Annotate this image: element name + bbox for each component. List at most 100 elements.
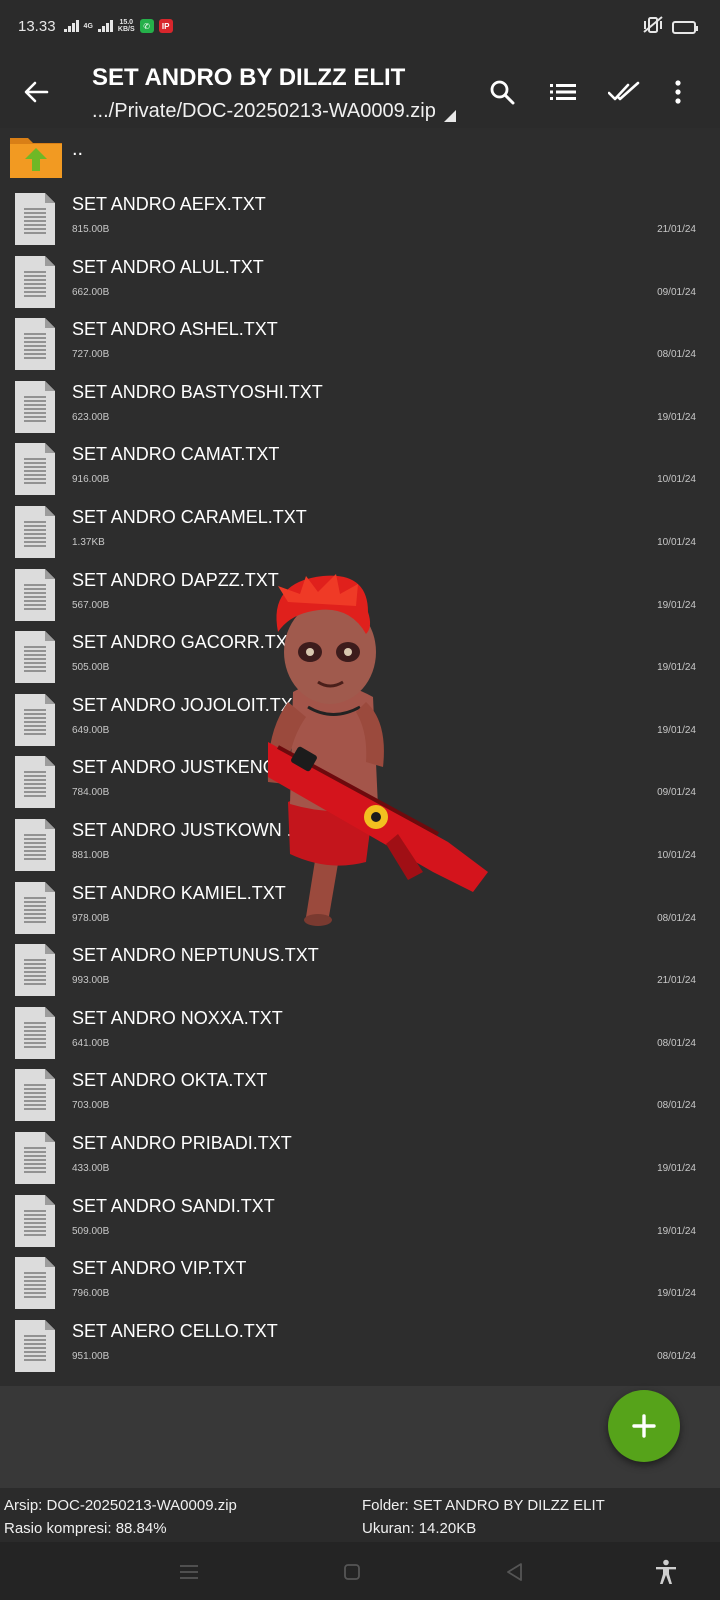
file-date: 10/01/24	[657, 849, 696, 861]
file-name: SET ANDRO JOJOLOIT.TXT	[72, 694, 304, 715]
file-row[interactable]: SET ANDRO CAMAT.TXT 916.00B 10/01/24	[0, 434, 720, 497]
nav-home-button[interactable]	[338, 1558, 366, 1586]
file-name: SET ANDRO BASTYOSHI.TXT	[72, 381, 323, 402]
signal-icon	[63, 20, 79, 32]
nav-menu-button[interactable]	[175, 1558, 203, 1586]
file-date: 19/01/24	[657, 599, 696, 611]
file-row[interactable]: SET ANDRO JOJOLOIT.TXT 649.00B 19/01/24	[0, 685, 720, 748]
file-row[interactable]: SET ANDRO JUSTKOWN .T 881.00B 10/01/24	[0, 810, 720, 873]
parent-directory-row[interactable]: ..	[0, 128, 720, 184]
file-row[interactable]: SET ANDRO OKTA.TXT 703.00B 08/01/24	[0, 1060, 720, 1123]
file-row[interactable]: SET ANDRO AEFX.TXT 815.00B 21/01/24	[0, 184, 720, 247]
archive-path: .../Private/DOC-20250213-WA0009.zip	[92, 100, 436, 122]
text-file-icon	[14, 881, 56, 935]
net-speed-value: 15.0	[119, 19, 134, 26]
file-size: 1.37KB	[72, 536, 105, 548]
file-name: SET ANDRO JUSTKENO	[72, 757, 277, 778]
text-file-icon	[14, 255, 56, 309]
battery-icon	[672, 21, 698, 34]
text-file-icon	[14, 380, 56, 434]
file-date: 21/01/24	[657, 224, 696, 235]
file-date: 08/01/24	[657, 912, 696, 924]
file-name: SET ANDRO OKTA.TXT	[72, 1070, 268, 1091]
file-size: 641.00B	[72, 1037, 110, 1049]
file-size: 796.00B	[72, 1288, 110, 1300]
file-name: SET ANDRO DAPZZ.TXT	[72, 569, 279, 590]
file-row[interactable]: SET ANDRO SANDI.TXT 509.00B 19/01/24	[0, 1186, 720, 1249]
accessibility-icon	[656, 1559, 676, 1584]
net-speed: 15.0 KB/S	[118, 19, 135, 33]
file-list: .. SET ANDRO AEFX.TXT 815.00B 21/01/24 SET …	[0, 128, 720, 1386]
double-check-icon	[608, 81, 640, 101]
search-button[interactable]	[484, 74, 520, 110]
file-row[interactable]: SET ANDRO JUSTKENO 784.00B 09/01/24	[0, 747, 720, 810]
file-date: 08/01/24	[657, 1037, 696, 1049]
vibrate-icon	[642, 16, 664, 39]
file-size: 978.00B	[72, 912, 110, 924]
status-right	[642, 16, 698, 39]
parent-directory-label: ..	[72, 138, 84, 160]
list-view-button[interactable]	[545, 74, 581, 110]
file-row[interactable]: SET ANDRO PRIBADI.TXT 433.00B 19/01/24	[0, 1123, 720, 1186]
file-name: SET ANDRO AEFX.TXT	[72, 194, 266, 214]
accessibility-button[interactable]	[652, 1558, 680, 1586]
status-bar: 13.33 4G 15.0 KB/S ✆ IP	[0, 0, 720, 52]
text-file-icon	[14, 693, 56, 747]
file-size: 727.00B	[72, 349, 110, 361]
text-file-icon	[14, 755, 56, 809]
text-file-icon	[14, 1006, 56, 1060]
file-date: 09/01/24	[657, 787, 696, 799]
file-row[interactable]: SET ANDRO DAPZZ.TXT 567.00B 19/01/24	[0, 560, 720, 623]
file-size: 784.00B	[72, 787, 110, 799]
file-name: SET ANDRO SANDI.TXT	[72, 1195, 275, 1216]
more-options-button[interactable]	[660, 74, 696, 110]
back-button[interactable]	[18, 74, 54, 110]
search-icon	[490, 80, 515, 105]
status-time: 13.33	[18, 17, 56, 35]
archive-name-info: Arsip: DOC-20250213-WA0009.zip	[4, 1497, 237, 1514]
file-size: 623.00B	[72, 411, 110, 423]
file-name: SET ANERO CELLO.TXT	[72, 1320, 278, 1341]
file-date: 10/01/24	[657, 474, 696, 486]
nav-back-button[interactable]	[500, 1558, 528, 1586]
file-row[interactable]: SET ANDRO ALUL.TXT 662.00B 09/01/24	[0, 247, 720, 310]
file-row[interactable]: SET ANDRO KAMIEL.TXT 978.00B 08/01/24	[0, 873, 720, 936]
home-square-icon	[344, 1564, 360, 1580]
file-row[interactable]: SET ANDRO NEPTUNUS.TXT 993.00B 21/01/24	[0, 935, 720, 998]
file-row[interactable]: SET ANDRO BASTYOSHI.TXT 623.00B 19/01/24	[0, 372, 720, 435]
dropdown-corner-icon	[443, 109, 456, 122]
file-size: 951.00B	[72, 1350, 110, 1362]
file-date: 21/01/24	[657, 975, 696, 987]
file-size: 815.00B	[72, 224, 110, 235]
file-name: SET ANDRO KAMIEL.TXT	[72, 882, 286, 903]
file-date: 08/01/24	[657, 1100, 696, 1112]
text-file-icon	[14, 1131, 56, 1185]
folder-info: Folder: SET ANDRO BY DILZZ ELIT	[362, 1497, 605, 1514]
file-row[interactable]: SET ANDRO CARAMEL.TXT 1.37KB 10/01/24	[0, 497, 720, 560]
file-row[interactable]: SET ANDRO VIP.TXT 796.00B 19/01/24	[0, 1248, 720, 1311]
plus-icon	[632, 1414, 656, 1438]
file-size: 703.00B	[72, 1100, 110, 1112]
file-row[interactable]: SET ANERO CELLO.TXT 951.00B 08/01/24	[0, 1311, 720, 1374]
file-size: 567.00B	[72, 599, 110, 611]
file-date: 08/01/24	[657, 349, 696, 361]
text-file-icon	[14, 1319, 56, 1373]
file-row[interactable]: SET ANDRO ASHEL.TXT 727.00B 08/01/24	[0, 309, 720, 372]
file-name: SET ANDRO VIP.TXT	[72, 1258, 247, 1279]
file-size: 993.00B	[72, 975, 110, 987]
path-selector[interactable]: .../Private/DOC-20250213-WA0009.zip	[92, 100, 456, 123]
size-info: Ukuran: 14.20KB	[362, 1520, 477, 1537]
text-file-icon	[14, 442, 56, 496]
status-icons: 4G 15.0 KB/S ✆ IP	[63, 19, 173, 33]
file-row[interactable]: SET ANDRO GACORR.TX 505.00B 19/01/24	[0, 622, 720, 685]
add-button[interactable]	[608, 1390, 680, 1462]
file-size: 433.00B	[72, 1162, 110, 1174]
file-date: 10/01/24	[657, 536, 696, 548]
more-vert-icon	[675, 80, 681, 104]
text-file-icon	[14, 1068, 56, 1122]
file-row[interactable]: SET ANDRO NOXXA.TXT 641.00B 08/01/24	[0, 998, 720, 1061]
archive-title: SET ANDRO BY DILZZ ELIT	[92, 64, 406, 91]
select-all-button[interactable]	[606, 74, 642, 110]
folder-up-icon	[10, 138, 62, 178]
signal-icon-2	[97, 20, 113, 32]
